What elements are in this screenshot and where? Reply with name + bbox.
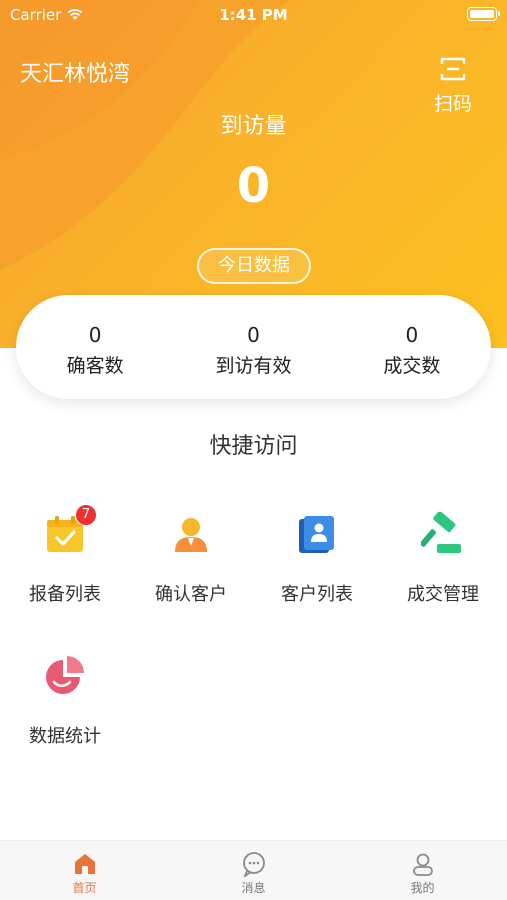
report-count-badge: 7	[75, 504, 97, 526]
battery-icon	[467, 7, 500, 21]
quick-deal-management[interactable]: 成交管理	[380, 500, 506, 606]
quick-data-statistics[interactable]: 数据统计	[2, 642, 128, 748]
message-icon	[242, 852, 265, 877]
tile-label: 报备列表	[29, 584, 101, 605]
stat-label: 到访有效	[215, 355, 292, 377]
tab-messages[interactable]: 消息	[169, 841, 338, 900]
tab-label: 我的	[410, 881, 435, 895]
quick-customer-list[interactable]: 客户列表	[254, 500, 380, 606]
stat-label: 成交数	[383, 355, 441, 377]
quick-confirm-customer[interactable]: 确认客户	[128, 500, 254, 606]
stat-value: 0	[88, 323, 102, 347]
visits-count: 0	[236, 158, 271, 214]
gavel-icon	[420, 511, 465, 556]
today-data-button[interactable]: 今日数据	[197, 248, 311, 284]
project-name: 天汇林悦湾	[20, 62, 131, 87]
status-bar: Carrier 1:41 PM	[0, 0, 507, 28]
quick-access-title: 快捷访问	[209, 434, 298, 459]
stat-value: 0	[247, 323, 260, 347]
quick-report-list[interactable]: 7 报备列表	[2, 500, 128, 606]
tab-label: 首页	[72, 881, 97, 895]
tile-label: 确认客户	[155, 584, 227, 605]
stat-label: 确客数	[66, 355, 124, 377]
stat-value: 0	[405, 323, 419, 347]
scan-icon	[440, 57, 466, 81]
tile-label: 数据统计	[29, 726, 101, 747]
stat-valid-visits[interactable]: 0 到访有效	[174, 295, 332, 399]
tile-label: 成交管理	[407, 584, 479, 605]
pie-chart-icon	[43, 654, 87, 698]
stat-confirmed-customers[interactable]: 0 确客数	[16, 295, 174, 399]
person-icon	[169, 512, 213, 556]
user-icon	[412, 853, 433, 876]
visits-label: 到访量	[220, 114, 287, 139]
tab-home[interactable]: 首页	[0, 841, 169, 900]
clock: 1:41 PM	[219, 6, 288, 24]
stats-card: 0 确客数 0 到访有效 0 成交数	[16, 295, 491, 399]
bottom-tab-bar: 首页 消息 我的	[0, 840, 507, 900]
tab-label: 消息	[241, 881, 266, 895]
stat-deals[interactable]: 0 成交数	[333, 295, 491, 399]
address-book-icon	[295, 512, 339, 556]
tab-profile[interactable]: 我的	[338, 841, 507, 900]
tile-label: 客户列表	[281, 584, 353, 605]
home-icon	[74, 854, 95, 874]
clipboard-check-icon: 7	[43, 504, 97, 556]
scan-button[interactable]: 扫码	[429, 55, 477, 116]
